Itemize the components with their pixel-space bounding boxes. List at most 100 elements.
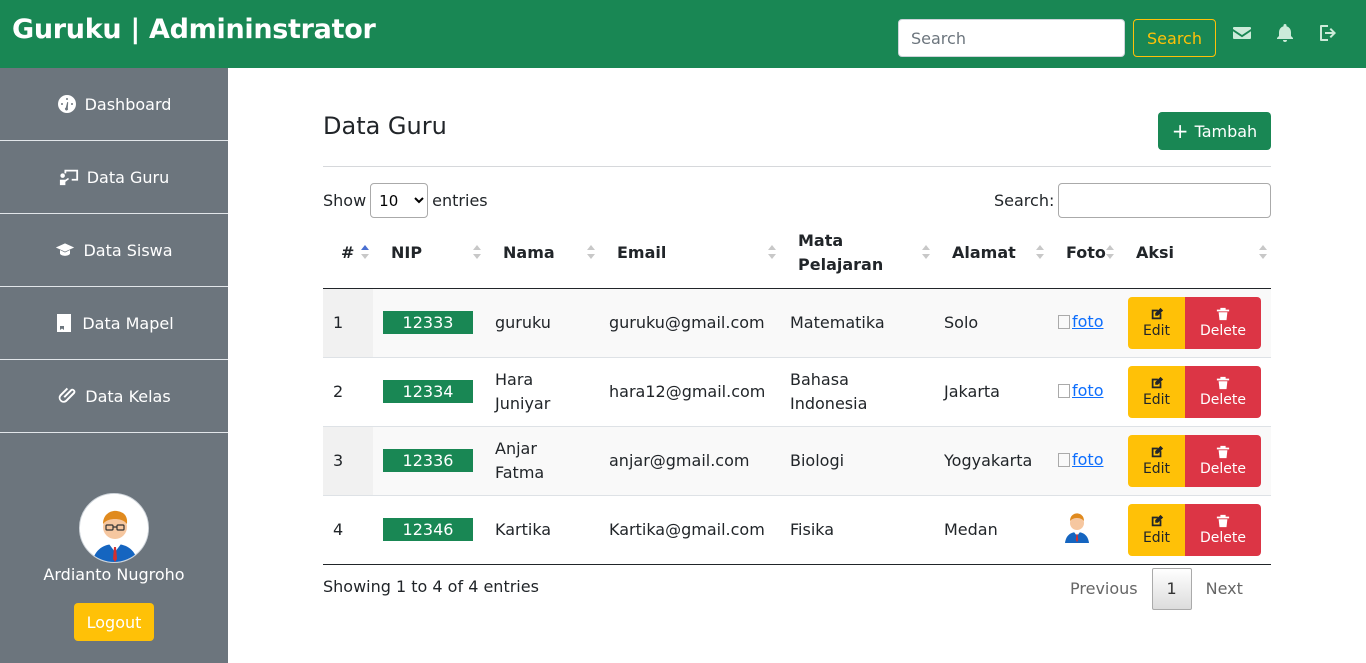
avatar	[79, 493, 149, 563]
data-table: # NIP Nama Email Mata Pelajaran Alamat F…	[323, 218, 1271, 565]
show-label: Show	[323, 191, 367, 210]
column-header-no[interactable]: #	[323, 218, 373, 289]
trash-icon	[1216, 514, 1230, 527]
table-row: 4 12346 Kartika Kartika@gmail.com Fisika Meda…	[323, 495, 1271, 565]
cell-mata-pelajaran: Matematika	[780, 288, 934, 358]
cell-alamat: Yogyakarta	[934, 426, 1048, 496]
page-title: Data Guru	[323, 112, 447, 140]
edit-button[interactable]: Edit	[1128, 365, 1185, 418]
sidebar-item-data-mapel[interactable]: Data Mapel	[0, 287, 228, 360]
table-row: 2 12334 Hara Juniyar hara12@gmail.com Bahasa…	[323, 357, 1271, 427]
cell-nama: Anjar Fatma	[485, 426, 599, 496]
cell-email: guruku@gmail.com	[599, 288, 780, 358]
cell-aksi: Edit Delete	[1118, 495, 1271, 565]
delete-button[interactable]: Delete	[1185, 434, 1261, 487]
teacher-photo	[1062, 509, 1092, 550]
cell-email: hara12@gmail.com	[599, 357, 780, 427]
cell-aksi: Edit Delete	[1118, 426, 1271, 496]
add-button[interactable]: + Tambah	[1158, 112, 1271, 150]
pagination-previous[interactable]: Previous	[1056, 568, 1152, 610]
plus-icon: +	[1171, 119, 1189, 143]
sort-icon	[1106, 245, 1114, 261]
sidebar-item-data-siswa[interactable]: Data Siswa	[0, 214, 228, 287]
nip-badge: 12333	[383, 310, 473, 334]
cell-aksi: Edit Delete	[1118, 288, 1271, 358]
edit-button[interactable]: Edit	[1128, 434, 1185, 487]
bell-icon[interactable]	[1274, 22, 1296, 44]
cell-nama: Hara Juniyar	[485, 357, 599, 427]
broken-image-icon	[1058, 314, 1070, 329]
pagination-page-current[interactable]: 1	[1151, 568, 1192, 610]
column-header-nip[interactable]: NIP	[373, 218, 485, 289]
cell-nama: guruku	[485, 288, 599, 358]
column-header-mata-pelajaran[interactable]: Mata Pelajaran	[780, 218, 934, 289]
column-header-foto[interactable]: Foto	[1048, 218, 1118, 289]
cell-no: 4	[323, 495, 373, 565]
cell-alamat: Jakarta	[934, 357, 1048, 427]
sidebar-item-label: Data Guru	[86, 167, 170, 187]
cell-foto: foto	[1048, 426, 1118, 496]
table-info: Showing 1 to 4 of 4 entries	[323, 577, 539, 596]
top-navbar: Guruku | Admininstrator Search	[0, 0, 1366, 68]
delete-button[interactable]: Delete	[1185, 503, 1261, 556]
user-name: Ardianto Nugroho	[43, 565, 185, 584]
sort-icon	[922, 245, 930, 261]
foto-image-link[interactable]: foto	[1058, 310, 1103, 334]
column-header-nama[interactable]: Nama	[485, 218, 599, 289]
edit-button[interactable]: Edit	[1128, 503, 1185, 556]
brand-title[interactable]: Guruku | Admininstrator	[12, 14, 376, 45]
sort-asc-icon	[361, 245, 369, 261]
foto-image-link[interactable]: foto	[1058, 448, 1103, 472]
cell-alamat: Medan	[934, 495, 1048, 565]
divider	[323, 166, 1271, 167]
foto-image-link[interactable]: foto	[1058, 379, 1103, 403]
sidebar-item-dashboard[interactable]: Dashboard	[0, 68, 228, 141]
envelope-icon[interactable]	[1231, 22, 1253, 44]
trash-icon	[1216, 445, 1230, 458]
edit-button[interactable]: Edit	[1128, 296, 1185, 349]
cell-mata-pelajaran: Bahasa Indonesia	[780, 357, 934, 427]
column-header-alamat[interactable]: Alamat	[934, 218, 1048, 289]
sidebar-item-label: Data Siswa	[83, 240, 173, 260]
trash-icon	[1216, 307, 1230, 320]
pagination-next[interactable]: Next	[1192, 568, 1257, 610]
column-header-aksi[interactable]: Aksi	[1118, 218, 1271, 289]
search-button[interactable]: Search	[1133, 19, 1216, 57]
pencil-square-icon	[1151, 376, 1163, 388]
search-input[interactable]	[898, 19, 1125, 57]
cell-mata-pelajaran: Biologi	[780, 426, 934, 496]
sign-out-icon[interactable]	[1317, 22, 1339, 44]
dashboard-icon	[57, 95, 76, 113]
cell-alamat: Solo	[934, 288, 1048, 358]
delete-button[interactable]: Delete	[1185, 365, 1261, 418]
page-length-control: Show 10 entries	[323, 183, 488, 218]
trash-icon	[1216, 376, 1230, 389]
cell-foto: foto	[1048, 288, 1118, 358]
sort-icon	[1036, 245, 1044, 261]
book-icon	[57, 314, 72, 332]
sidebar-item-data-kelas[interactable]: Data Kelas	[0, 360, 228, 433]
cell-email: anjar@gmail.com	[599, 426, 780, 496]
sidebar-item-data-guru[interactable]: Data Guru	[0, 141, 228, 214]
paperclip-icon	[58, 387, 76, 403]
cell-mata-pelajaran: Fisika	[780, 495, 934, 565]
logout-button[interactable]: Logout	[74, 603, 154, 641]
cell-nip: 12336	[373, 426, 485, 496]
pencil-square-icon	[1151, 445, 1163, 457]
table-search-input[interactable]	[1058, 183, 1272, 218]
nip-badge: 12336	[383, 448, 473, 472]
add-button-label: Tambah	[1194, 121, 1258, 141]
cell-no: 1	[323, 288, 373, 358]
sidebar-item-label: Data Kelas	[85, 386, 171, 406]
sidebar: Dashboard Data Guru Data Siswa Data Mape…	[0, 68, 228, 663]
pencil-square-icon	[1151, 307, 1163, 319]
teacher-icon	[59, 169, 78, 186]
column-header-email[interactable]: Email	[599, 218, 780, 289]
entries-label: entries	[432, 191, 488, 210]
page-length-select[interactable]: 10	[370, 183, 429, 218]
cell-nip: 12333	[373, 288, 485, 358]
delete-button[interactable]: Delete	[1185, 296, 1261, 349]
broken-image-icon	[1058, 452, 1070, 467]
sort-icon	[587, 245, 595, 261]
sort-icon	[473, 245, 481, 261]
